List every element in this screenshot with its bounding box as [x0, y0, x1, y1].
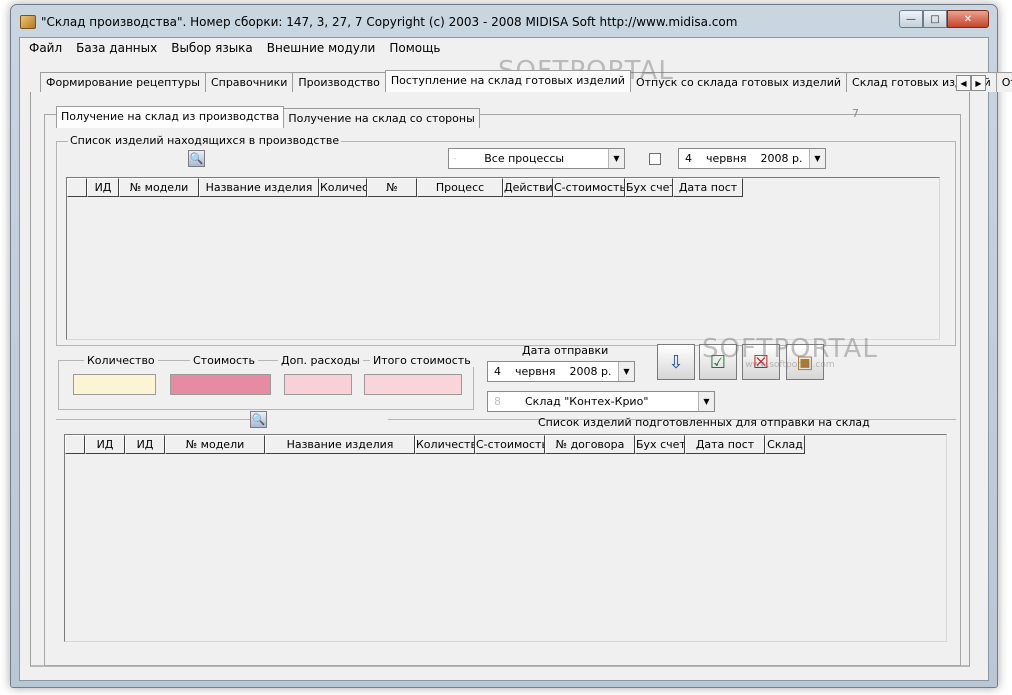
- process-select[interactable]: - Все процессы ▼: [448, 148, 625, 169]
- maximize-button[interactable]: □: [923, 10, 947, 28]
- warehouse-select-hint: 8: [494, 395, 501, 408]
- close-button[interactable]: ✕: [947, 10, 989, 28]
- filter-date-year: 2008 р.: [760, 152, 803, 165]
- process-select-hint: -: [453, 153, 457, 164]
- prepared-grid-header: ИД ИД № модели Название изделия Количест…: [65, 435, 946, 454]
- menu-file[interactable]: Файл: [22, 41, 69, 55]
- col-header[interactable]: Дата пост: [685, 435, 765, 454]
- ship-date-month: червня: [515, 365, 556, 378]
- col-header[interactable]: С-стоимость: [553, 178, 625, 197]
- record-counter: 7: [852, 107, 859, 120]
- confirm-list-button[interactable]: ☑: [699, 344, 737, 380]
- send-to-warehouse-button[interactable]: ▣: [786, 344, 824, 380]
- minimize-button[interactable]: —: [899, 10, 923, 28]
- app-box-icon: [20, 15, 36, 29]
- col-header[interactable]: №: [367, 178, 417, 197]
- move-down-icon: ⇩: [668, 351, 684, 373]
- col-header[interactable]: Бух счет: [625, 178, 673, 197]
- tab-receiving[interactable]: Поступление на склад готовых изделий: [384, 70, 631, 92]
- col-header[interactable]: ИД: [87, 178, 119, 197]
- tab-directories[interactable]: Справочники: [204, 72, 294, 92]
- total-cost-field[interactable]: [364, 374, 462, 395]
- ship-date-label: Дата отправки: [522, 344, 609, 357]
- col-header[interactable]: Дата пост: [673, 178, 743, 197]
- search-icon[interactable]: 🔍: [188, 150, 205, 167]
- tab-production[interactable]: Производство: [292, 72, 386, 92]
- prepared-list-title: Список изделий подготовленных для отправ…: [538, 416, 870, 429]
- subtab-from-production[interactable]: Получение на склад из производства: [56, 106, 285, 128]
- delete-list-button[interactable]: ☒: [742, 344, 780, 380]
- warehouse-select[interactable]: 8 Склад "Контех-Крио" ▼: [487, 391, 715, 412]
- ship-date-year: 2008 р.: [569, 365, 612, 378]
- search-icon[interactable]: 🔍: [250, 411, 267, 428]
- checklist-icon: ☑: [709, 351, 727, 373]
- delete-list-icon: ☒: [752, 351, 770, 373]
- menu-modules[interactable]: Внешние модули: [260, 41, 383, 55]
- col-header[interactable]: № модели: [119, 178, 199, 197]
- ship-date-day: 4: [494, 365, 501, 378]
- date-filter-checkbox[interactable]: [649, 153, 661, 165]
- cost-field[interactable]: [170, 374, 271, 395]
- production-list-title: Список изделий находящихся в производств…: [68, 134, 342, 147]
- prepared-grid[interactable]: ИД ИД № модели Название изделия Количест…: [64, 434, 947, 642]
- chevron-down-icon[interactable]: ▼: [618, 362, 634, 381]
- chevron-down-icon[interactable]: ▼: [608, 149, 624, 168]
- col-header[interactable]: Название изделия: [199, 178, 319, 197]
- col-header[interactable]: Бух счет: [635, 435, 685, 454]
- divider-left: [56, 419, 250, 420]
- col-header[interactable]: ИД: [125, 435, 165, 454]
- col-header[interactable]: Количес: [319, 178, 367, 197]
- tab-scroll-right-icon[interactable]: ▶: [971, 75, 986, 91]
- col-header[interactable]: Склад: [765, 435, 805, 454]
- chevron-down-icon[interactable]: ▼: [809, 149, 825, 168]
- ship-date-value: 4 червня 2008 р.: [488, 365, 618, 378]
- quantity-label: Количество: [84, 354, 158, 367]
- tab-scroll-left-icon[interactable]: ◀: [956, 75, 971, 91]
- col-header[interactable]: № договора: [545, 435, 635, 454]
- menu-help[interactable]: Помощь: [382, 41, 447, 55]
- sub-tab-strip: Получение на склад из производства Получ…: [56, 106, 480, 128]
- filter-date-value: 4 червня 2008 р.: [679, 152, 809, 165]
- client-area: Файл База данных Выбор языка Внешние мод…: [19, 37, 1012, 681]
- tab-scroll: ◀ ▶: [956, 75, 986, 91]
- col-header[interactable]: ИД: [85, 435, 125, 454]
- subtab-from-outside[interactable]: Получение на склад со стороны: [283, 108, 480, 128]
- tab-reports[interactable]: Отчеты: [995, 72, 1012, 92]
- filter-date-day: 4: [685, 152, 692, 165]
- move-down-button[interactable]: ⇩: [657, 344, 695, 380]
- extra-costs-field[interactable]: [284, 374, 352, 395]
- col-header[interactable]: С-стоимость: [475, 435, 545, 454]
- col-header[interactable]: Действи: [503, 178, 553, 197]
- warehouse-select-value: Склад "Контех-Крио": [525, 395, 649, 408]
- quantity-field[interactable]: [73, 374, 156, 395]
- menu-database[interactable]: База данных: [69, 41, 164, 55]
- filter-date-month: червня: [706, 152, 747, 165]
- menu-language[interactable]: Выбор языка: [164, 41, 260, 55]
- main-tab-strip: Формирование рецептуры Справочники Произ…: [40, 70, 1012, 92]
- tab-recipe[interactable]: Формирование рецептуры: [40, 72, 206, 92]
- title-bar[interactable]: "Склад производства". Номер сборки: 147,…: [11, 5, 997, 37]
- row-indicator-header: [67, 178, 87, 197]
- cost-label: Стоимость: [190, 354, 258, 367]
- col-header[interactable]: № модели: [165, 435, 265, 454]
- col-header[interactable]: Процесс: [417, 178, 503, 197]
- app-window: "Склад производства". Номер сборки: 147,…: [10, 4, 1012, 688]
- package-icon: ▣: [796, 351, 814, 373]
- col-header[interactable]: Количеств: [415, 435, 475, 454]
- total-cost-label: Итого стоимость: [370, 354, 474, 367]
- production-grid-header: ИД № модели Название изделия Количес № П…: [67, 178, 939, 197]
- process-select-value: Все процессы: [484, 152, 565, 165]
- chevron-down-icon[interactable]: ▼: [698, 392, 714, 411]
- production-grid[interactable]: ИД № модели Название изделия Количес № П…: [66, 177, 940, 340]
- tab-shipping[interactable]: Отпуск со склада готовых изделий: [629, 72, 848, 92]
- filter-date-picker[interactable]: 4 червня 2008 р. ▼: [678, 148, 826, 169]
- window-title: "Склад производства". Номер сборки: 147,…: [41, 15, 738, 29]
- row-indicator-header: [65, 435, 85, 454]
- menu-bar: Файл База данных Выбор языка Внешние мод…: [20, 38, 988, 58]
- extra-costs-label: Доп. расходы: [278, 354, 363, 367]
- ship-date-picker[interactable]: 4 червня 2008 р. ▼: [487, 361, 635, 382]
- col-header[interactable]: Название изделия: [265, 435, 415, 454]
